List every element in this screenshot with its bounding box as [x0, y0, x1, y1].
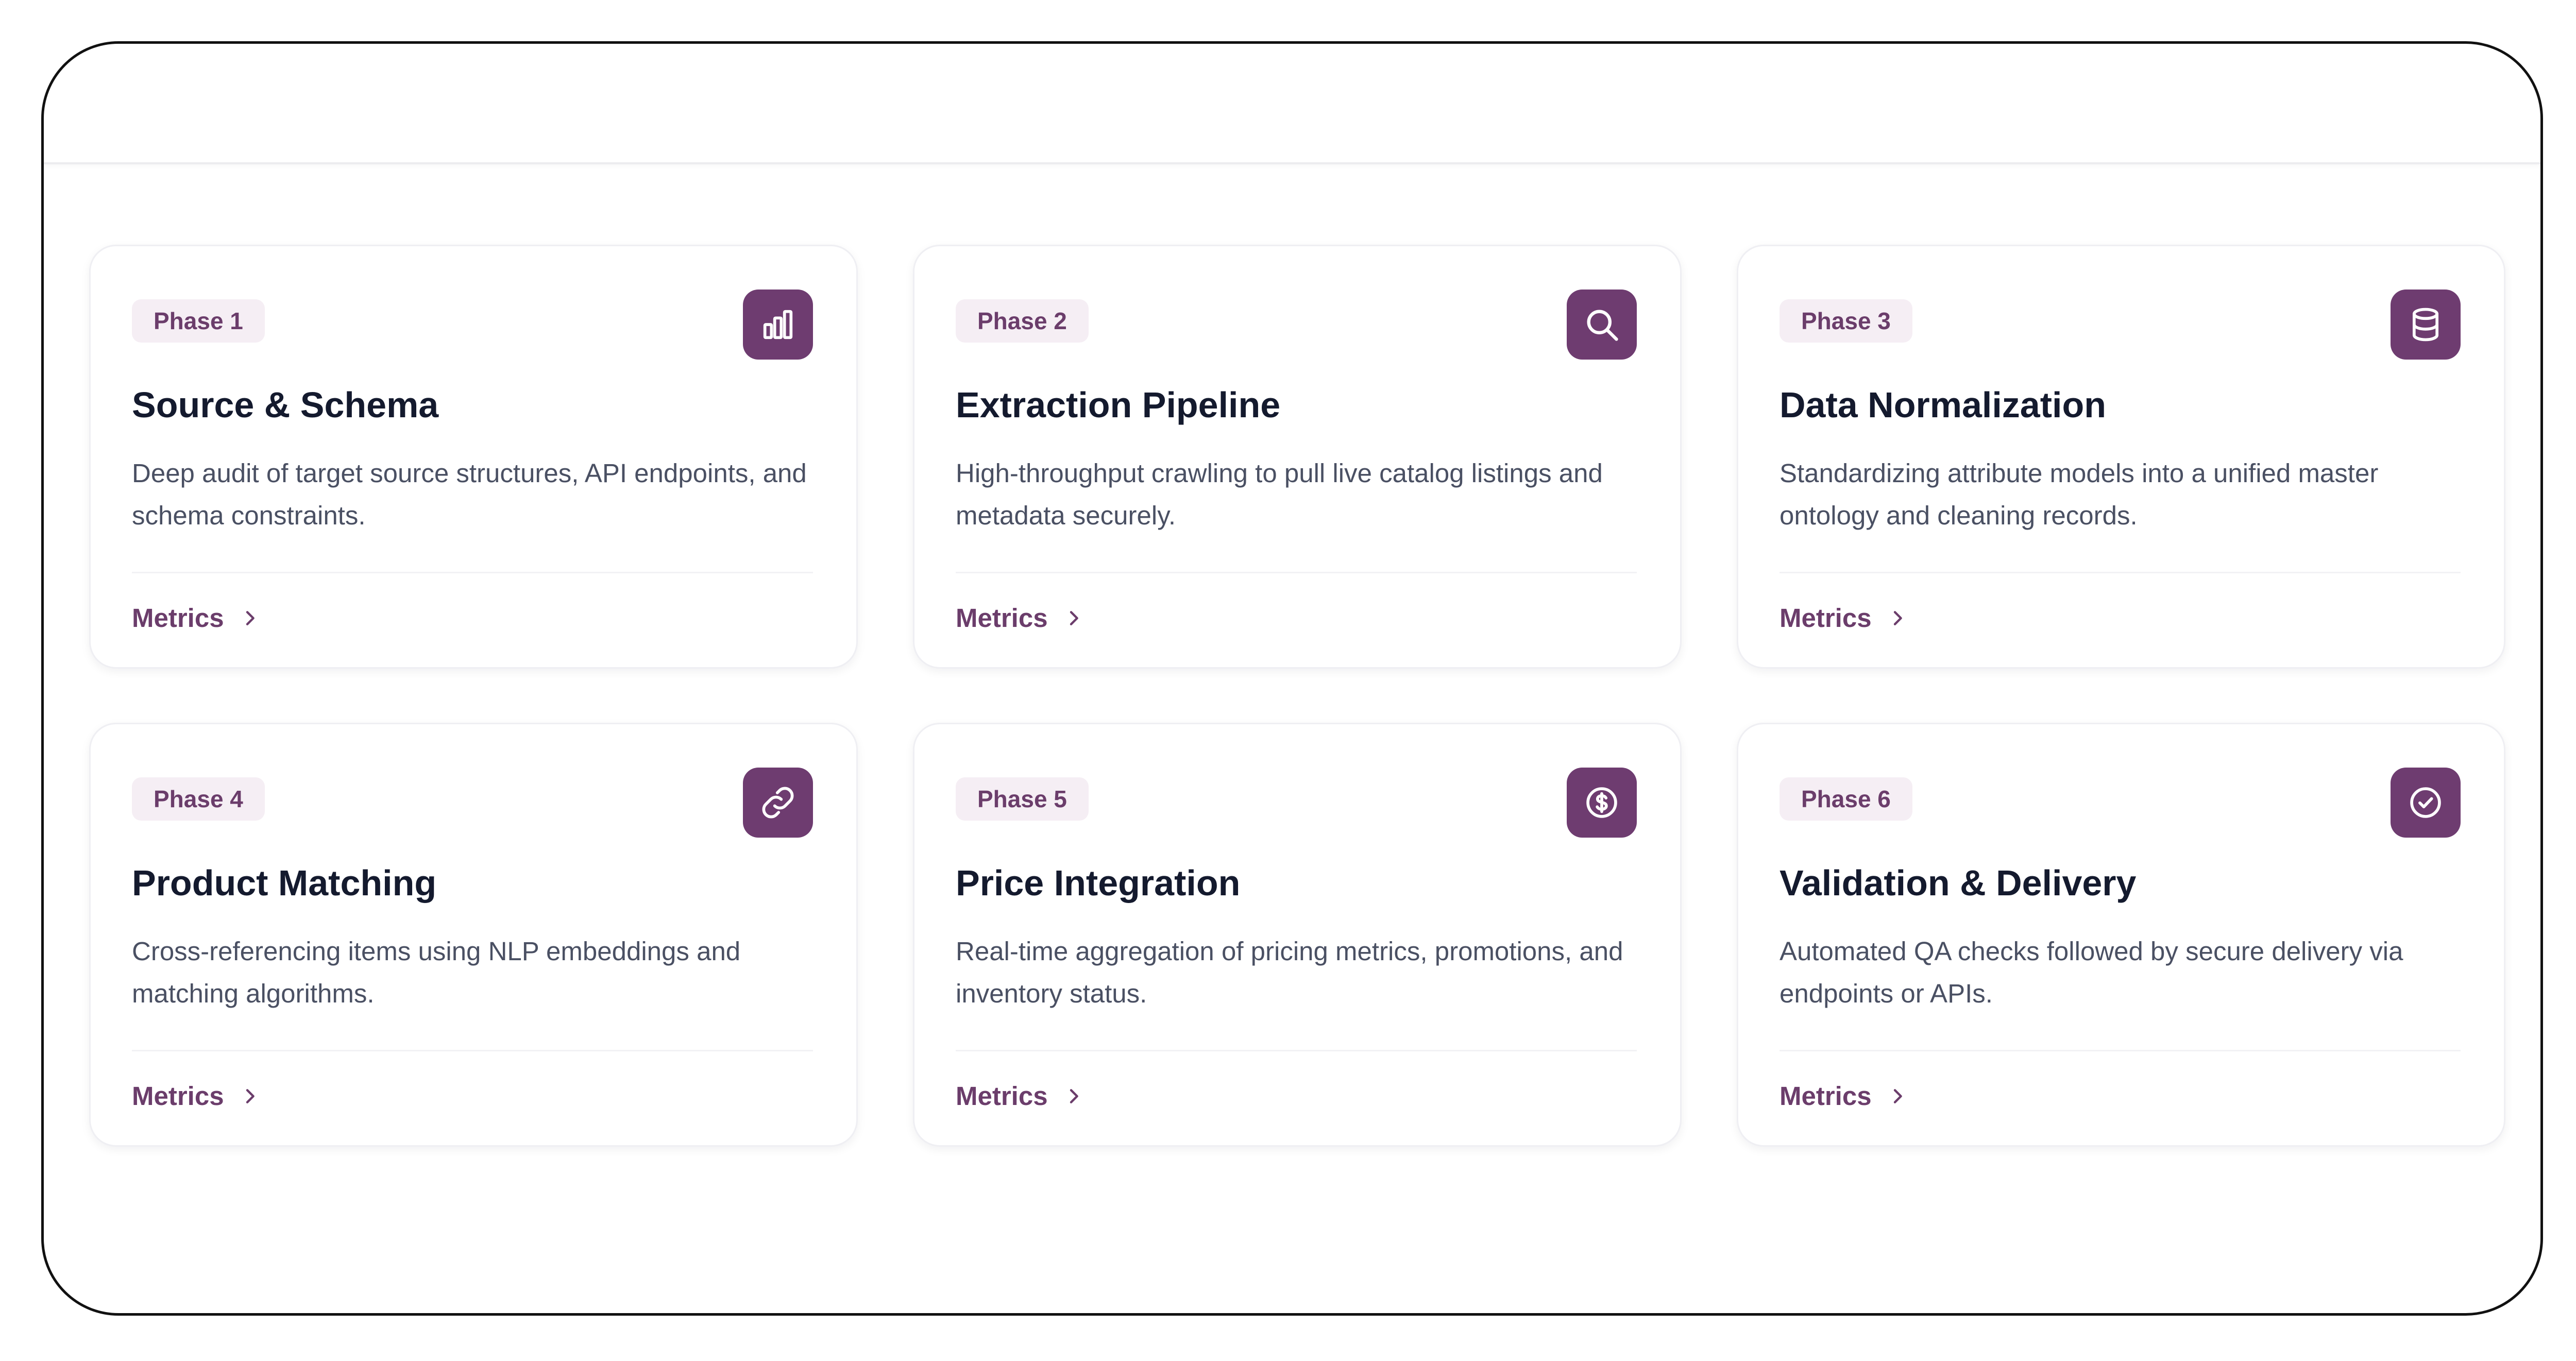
card-title: Data Normalization	[1780, 385, 2106, 425]
card-title: Validation & Delivery	[1780, 863, 2137, 903]
phase-badge: Phase 3	[1780, 299, 1912, 343]
phase-badge: Phase 4	[132, 777, 265, 821]
card-title: Price Integration	[956, 863, 1241, 903]
chevron-right-icon	[246, 1088, 255, 1103]
phase-badge: Phase 6	[1780, 777, 1912, 821]
phase-card-1: Phase 1 Source & Schema Deep audit of ta…	[89, 245, 858, 669]
card-description: Real-time aggregation of pricing metrics…	[956, 937, 1623, 1008]
page-frame: Phase 1 Source & Schema Deep audit of ta…	[41, 41, 2543, 1316]
card-divider	[1780, 1050, 2461, 1051]
search-icon	[1567, 290, 1637, 360]
check-circle-icon	[2391, 768, 2461, 838]
chevron-right-icon	[1070, 1088, 1078, 1103]
card-divider	[956, 1050, 1637, 1051]
phase-card-4: Phase 4 Product Matching Cross-referenci…	[89, 723, 858, 1147]
header-bar	[44, 44, 2540, 164]
metrics-link[interactable]: Metrics	[132, 603, 260, 633]
phase-badge: Phase 2	[956, 299, 1089, 343]
card-title: Source & Schema	[132, 385, 439, 425]
card-divider	[132, 572, 813, 573]
card-title: Extraction Pipeline	[956, 385, 1281, 425]
card-title: Product Matching	[132, 863, 437, 903]
metrics-label: Metrics	[1780, 1081, 1872, 1111]
metrics-link[interactable]: Metrics	[956, 1081, 1084, 1111]
metrics-link[interactable]: Metrics	[1780, 603, 1908, 633]
phase-card-2: Phase 2 Extraction Pipeline High-through…	[913, 245, 1682, 669]
phase-card-3: Phase 3 Data Normalization Standardizing…	[1737, 245, 2505, 669]
metrics-label: Metrics	[1780, 603, 1872, 633]
chevron-right-icon	[1893, 610, 1902, 625]
card-description: Standardizing attribute models into a un…	[1780, 458, 2379, 530]
card-divider	[132, 1050, 813, 1051]
metrics-label: Metrics	[132, 1081, 224, 1111]
metrics-link[interactable]: Metrics	[1780, 1081, 1908, 1111]
database-icon	[2391, 290, 2461, 360]
bar-chart-icon	[743, 290, 813, 360]
chevron-right-icon	[1070, 610, 1078, 625]
phase-card-6: Phase 6 Validation & Delivery Automated …	[1737, 723, 2505, 1147]
card-description: High-throughput crawling to pull live ca…	[956, 458, 1603, 530]
phase-badge: Phase 1	[132, 299, 265, 343]
card-description: Automated QA checks followed by secure d…	[1780, 937, 2403, 1008]
phase-badge: Phase 5	[956, 777, 1089, 821]
phase-card-grid: Phase 1 Source & Schema Deep audit of ta…	[89, 245, 2505, 1147]
link-icon	[743, 768, 813, 838]
metrics-label: Metrics	[132, 603, 224, 633]
metrics-link[interactable]: Metrics	[956, 603, 1084, 633]
card-description: Deep audit of target source structures, …	[132, 458, 807, 530]
card-description: Cross-referencing items using NLP embedd…	[132, 937, 741, 1008]
chevron-right-icon	[246, 610, 255, 625]
dollar-circle-icon	[1567, 768, 1637, 838]
metrics-link[interactable]: Metrics	[132, 1081, 260, 1111]
metrics-label: Metrics	[956, 603, 1048, 633]
phase-card-5: Phase 5 Price Integration Real-time aggr…	[913, 723, 1682, 1147]
card-divider	[956, 572, 1637, 573]
card-divider	[1780, 572, 2461, 573]
metrics-label: Metrics	[956, 1081, 1048, 1111]
chevron-right-icon	[1893, 1088, 1902, 1103]
